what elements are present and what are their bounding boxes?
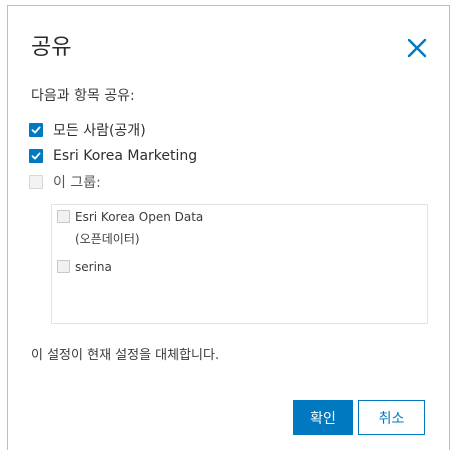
group-label: Esri Korea Open Data (오픈데이터) — [75, 206, 203, 250]
check-icon — [31, 126, 41, 134]
share-dialog: 공유 다음과 항목 공유: 모든 사람(공개) Esri Korea Marke… — [7, 5, 450, 450]
group-label-line1: Esri Korea Open Data — [75, 210, 204, 224]
check-icon — [31, 152, 41, 160]
replace-note: 이 설정이 현재 설정을 대체합니다. — [31, 348, 220, 363]
checkbox-org[interactable] — [29, 149, 43, 163]
dialog-title: 공유 — [31, 35, 72, 60]
group-label-line1: serina — [75, 260, 112, 274]
group-checkbox[interactable] — [57, 260, 70, 273]
option-everyone-label: 모든 사람(공개) — [53, 123, 146, 139]
ok-button[interactable]: 확인 — [293, 400, 353, 435]
group-checkbox[interactable] — [57, 210, 70, 223]
option-everyone[interactable]: 모든 사람(공개) — [29, 120, 146, 140]
close-icon[interactable] — [405, 36, 431, 62]
option-org-label: Esri Korea Marketing — [53, 148, 198, 164]
group-item-serina[interactable]: serina — [57, 256, 112, 278]
checkbox-everyone[interactable] — [29, 123, 43, 137]
option-groups: 이 그룹: — [29, 172, 101, 192]
cancel-button[interactable]: 취소 — [358, 400, 425, 435]
option-groups-label: 이 그룹: — [53, 175, 101, 191]
groups-list[interactable]: Esri Korea Open Data (오픈데이터) serina — [51, 204, 428, 324]
group-label-line2: (오픈데이터) — [75, 232, 140, 246]
option-org[interactable]: Esri Korea Marketing — [29, 146, 197, 166]
share-prompt: 다음과 항목 공유: — [31, 88, 135, 104]
group-item-open-data[interactable]: Esri Korea Open Data (오픈데이터) — [57, 206, 203, 250]
checkbox-groups — [29, 175, 43, 189]
